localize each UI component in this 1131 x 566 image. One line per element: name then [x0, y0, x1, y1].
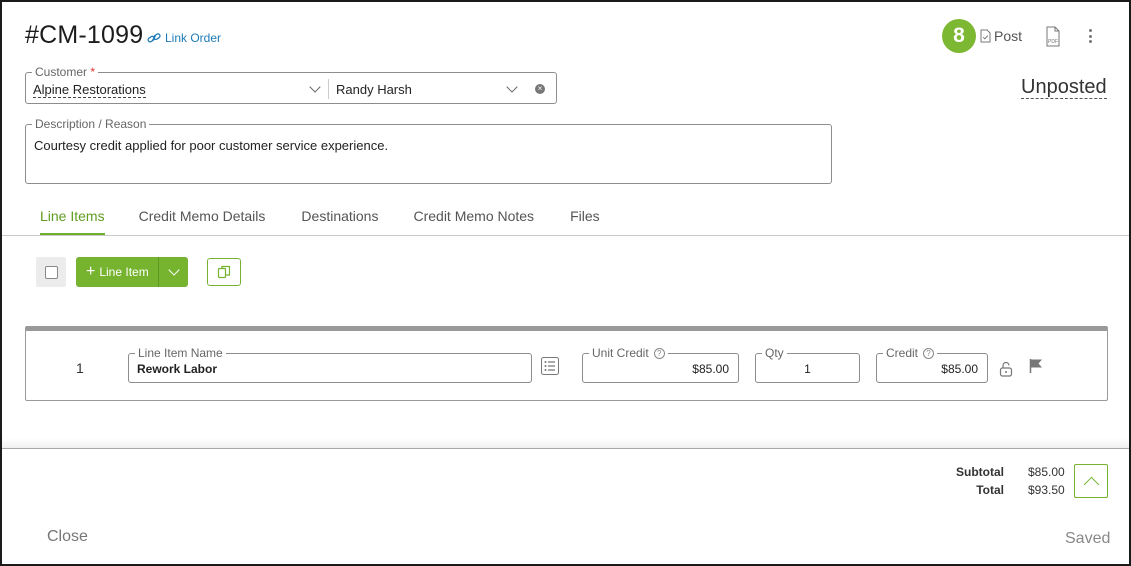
copy-icon [217, 265, 231, 279]
qty-label: Qty [762, 346, 787, 360]
add-line-item-dropdown[interactable] [157, 257, 188, 287]
line-item-name-value[interactable]: Rework Labor [137, 362, 217, 376]
footer-shadow [2, 438, 1129, 448]
link-order-link[interactable]: Link Order [147, 31, 221, 45]
qty-field[interactable]: Qty 1 [755, 346, 860, 383]
credit-label: Credit? [883, 346, 938, 360]
plus-icon: + [86, 263, 96, 280]
description-label: Description / Reason [32, 117, 150, 131]
post-button[interactable]: Post [980, 26, 1022, 46]
link-icon [147, 33, 161, 43]
close-button[interactable]: Close [47, 528, 88, 546]
pdf-button[interactable]: PDF [1044, 26, 1062, 48]
unit-credit-value[interactable]: $85.00 [692, 362, 729, 376]
pdf-label: PDF [1048, 39, 1058, 45]
customer-label: Customer * [32, 65, 99, 79]
subtotal-label: Subtotal [956, 465, 1004, 479]
document-check-icon [980, 29, 991, 43]
line-item-name-field[interactable]: Line Item Name Rework Labor [128, 346, 532, 383]
tab-line-items[interactable]: Line Items [40, 208, 105, 236]
total-label: Total [976, 483, 1004, 497]
more-options-icon[interactable] [1085, 26, 1095, 46]
list-icon[interactable] [541, 357, 559, 375]
description-field[interactable]: Description / Reason Courtesy credit app… [25, 117, 832, 184]
chevron-up-icon [1083, 476, 1100, 493]
customer-chevron-down-icon[interactable] [309, 81, 321, 93]
field-divider [328, 79, 329, 99]
contact-select-value[interactable]: Randy Harsh [336, 82, 412, 97]
credit-value[interactable]: $85.00 [941, 362, 978, 376]
line-item-name-label: Line Item Name [135, 346, 226, 360]
saved-status: Saved [1065, 530, 1111, 547]
credit-field[interactable]: Credit? $85.00 [876, 346, 988, 383]
pdf-icon: PDF [1046, 26, 1060, 47]
page-title: #CM-1099 [25, 21, 144, 49]
description-value[interactable]: Courtesy credit applied for poor custome… [34, 138, 388, 153]
subtotal-value: $85.00 [1028, 465, 1065, 479]
total-value: $93.50 [1028, 483, 1065, 497]
chevron-down-icon [168, 264, 180, 276]
tab-destinations[interactable]: Destinations [301, 208, 378, 236]
add-line-item-button-group: + Line Item [76, 257, 188, 287]
line-item-number: 1 [76, 360, 84, 376]
tab-credit-memo-notes[interactable]: Credit Memo Notes [413, 208, 534, 236]
help-icon[interactable]: ? [653, 348, 665, 359]
contact-chevron-down-icon[interactable] [506, 81, 518, 93]
select-all-checkbox[interactable] [36, 257, 66, 287]
link-order-label: Link Order [165, 31, 222, 45]
line-item-row: 1 Line Item Name Rework Labor Unit Credi… [25, 326, 1108, 401]
add-line-item-button[interactable]: + Line Item [76, 257, 158, 287]
credit-memo-window: #CM-1099 Link Order 8 Post PDF Unposted … [2, 2, 1129, 564]
notification-badge[interactable]: 8 [942, 19, 976, 53]
customer-field[interactable]: Customer * Alpine Restorations Randy Har… [25, 65, 557, 104]
add-line-item-label: Line Item [99, 265, 149, 279]
status-label[interactable]: Unposted [1021, 76, 1107, 99]
tab-files[interactable]: Files [570, 208, 600, 236]
totals-panel: Subtotal $85.00 Total $93.50 [902, 465, 1065, 501]
unit-credit-label: Unit Credit? [589, 346, 668, 360]
unlock-icon[interactable] [999, 361, 1013, 377]
clear-icon[interactable]: × [535, 84, 545, 94]
unit-credit-field[interactable]: Unit Credit? $85.00 [582, 346, 739, 383]
post-label: Post [994, 28, 1023, 44]
qty-value[interactable]: 1 [756, 362, 859, 376]
flag-icon[interactable] [1029, 358, 1043, 374]
footer-divider [2, 448, 1129, 449]
copy-button[interactable] [207, 258, 241, 286]
tabs-divider [2, 235, 1129, 236]
expand-totals-button[interactable] [1074, 464, 1108, 498]
customer-select-value[interactable]: Alpine Restorations [33, 82, 146, 98]
help-icon[interactable]: ? [923, 348, 935, 359]
tab-credit-memo-details[interactable]: Credit Memo Details [139, 208, 266, 236]
tab-bar: Line Items Credit Memo Details Destinati… [40, 208, 600, 236]
